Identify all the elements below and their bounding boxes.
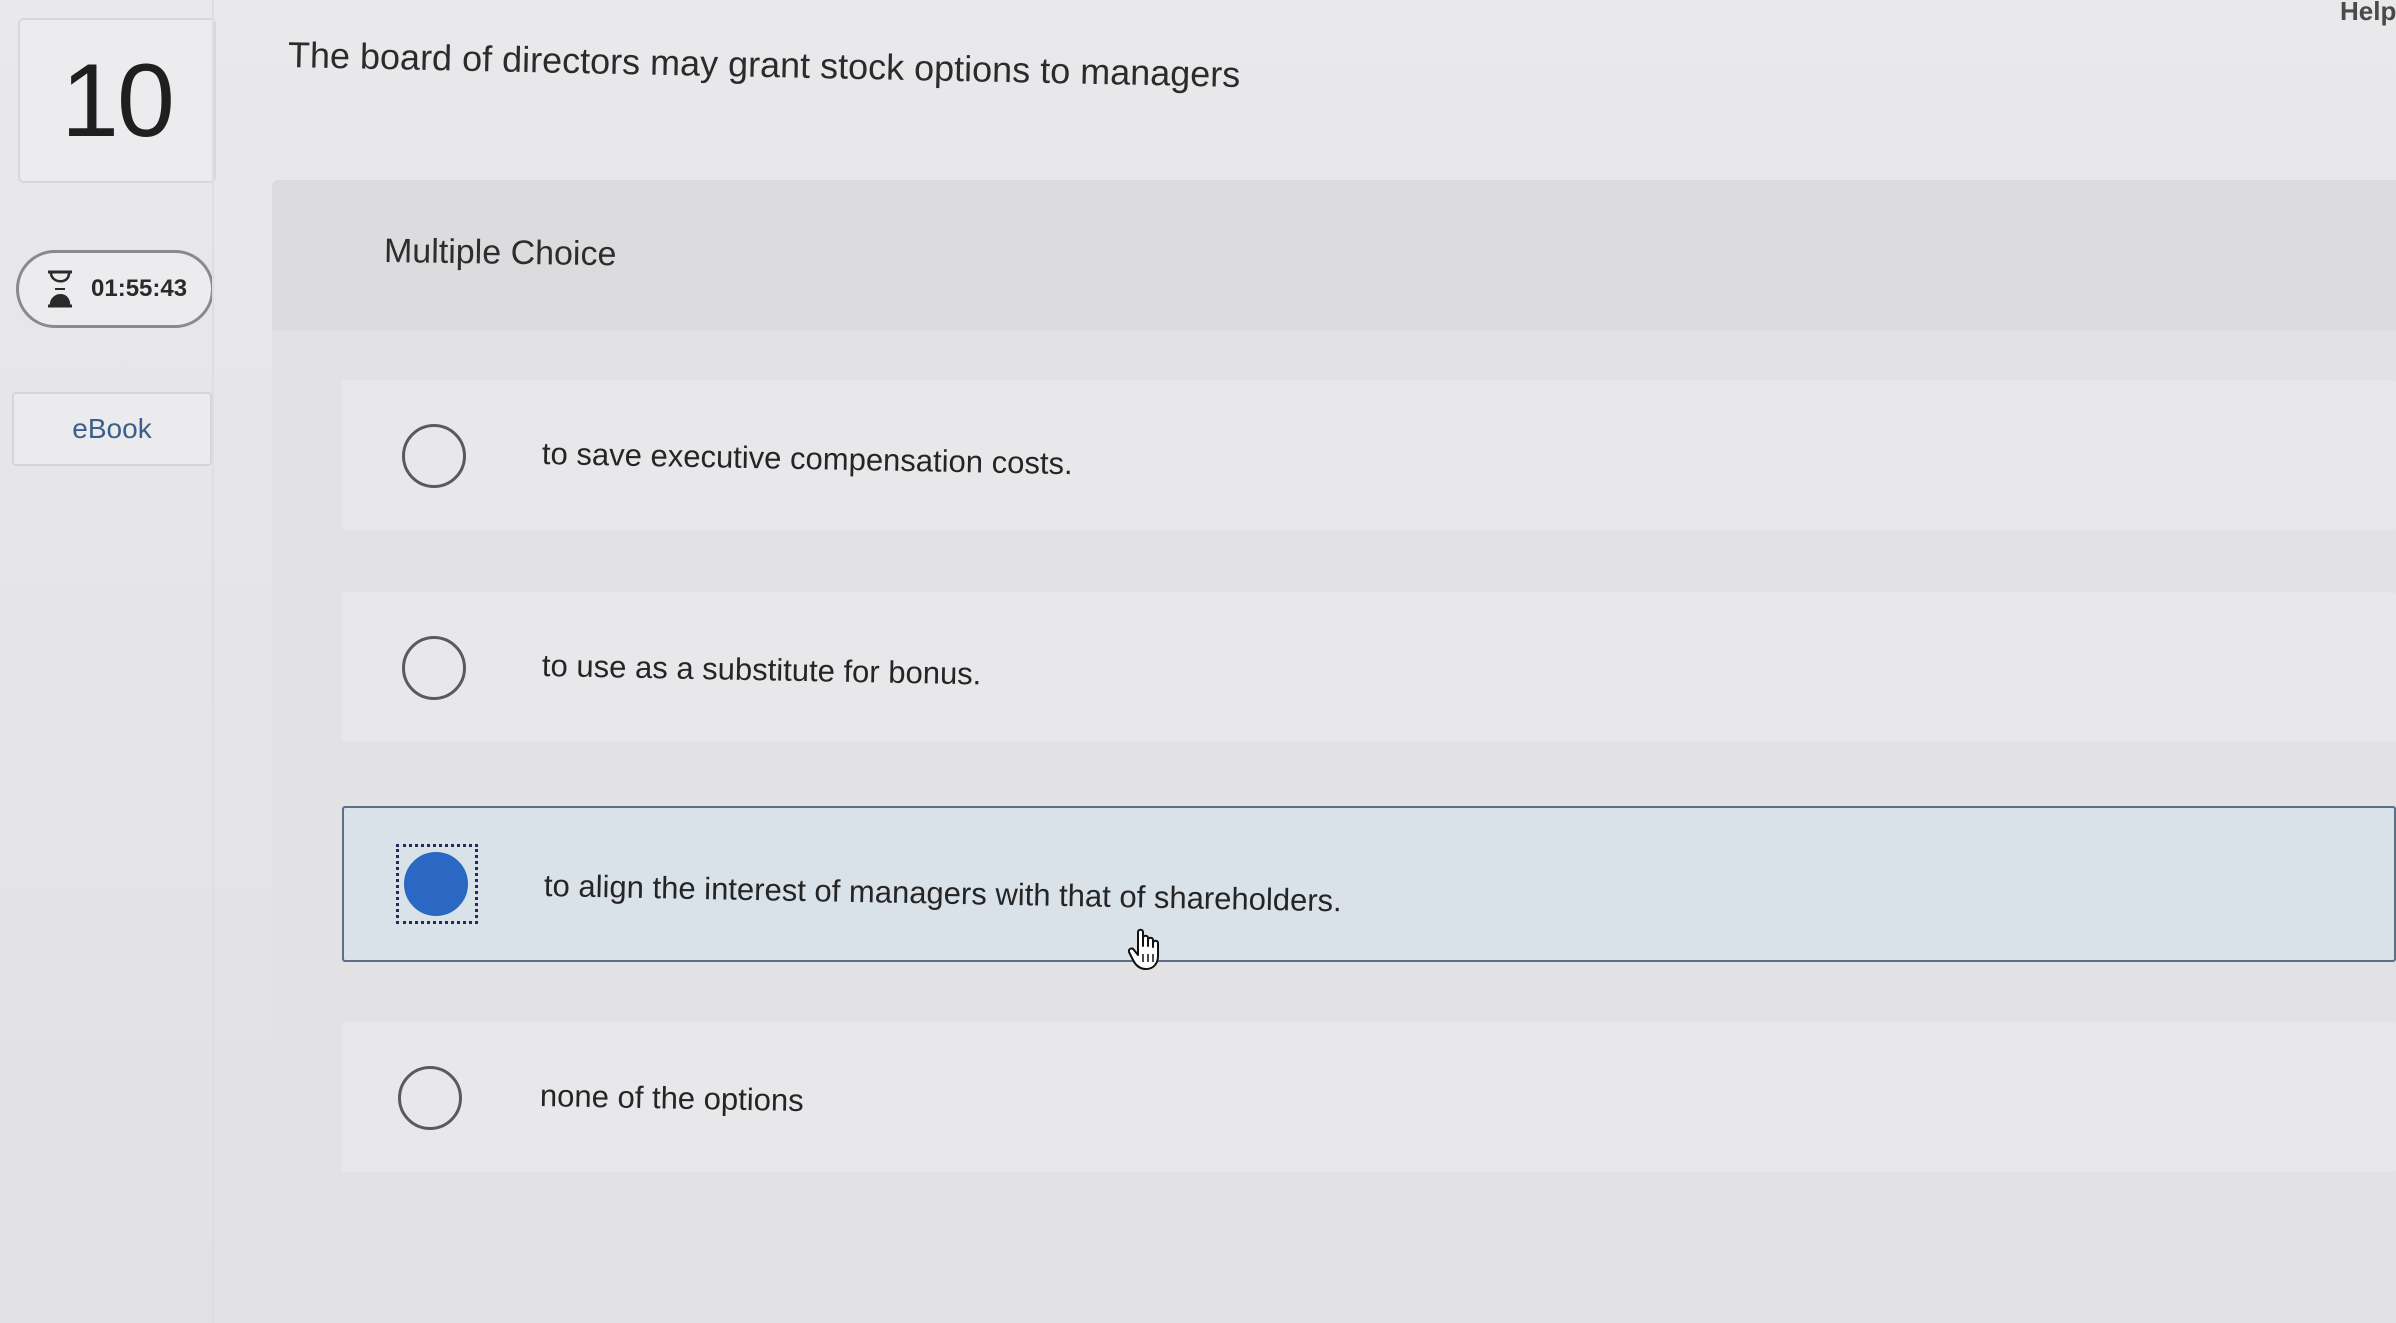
answer-option-label: to save executive compensation costs.	[541, 436, 1073, 482]
sidebar-divider	[212, 0, 214, 1323]
radio-button-selected[interactable]	[404, 852, 468, 916]
help-link[interactable]: Help	[2340, 0, 2396, 27]
answer-option-label: to use as a substitute for bonus.	[541, 648, 982, 692]
ebook-button[interactable]: eBook	[12, 392, 212, 466]
hourglass-icon	[48, 270, 72, 308]
answer-option-label: to align the interest of managers with t…	[543, 868, 1343, 919]
question-number-box: 10	[18, 18, 216, 183]
answer-option-2[interactable]: to use as a substitute for bonus.	[342, 592, 2396, 742]
radio-button[interactable]	[402, 636, 466, 700]
answer-option-label: none of the options	[539, 1078, 805, 1119]
question-page: 10 Help The board of directors may grant…	[0, 0, 2396, 1323]
radio-button[interactable]	[398, 1066, 462, 1130]
hand-pointer-icon	[1128, 928, 1159, 970]
radio-button[interactable]	[402, 424, 466, 488]
question-number: 10	[61, 42, 175, 159]
question-type-label: Multiple Choice	[383, 232, 617, 274]
panel-header: Multiple Choice	[272, 180, 2396, 330]
answer-option-1[interactable]: to save executive compensation costs.	[342, 380, 2396, 530]
timer[interactable]: 01:55:43	[16, 250, 214, 328]
timer-value: 01:55:43	[91, 275, 188, 302]
answer-option-4[interactable]: none of the options	[342, 1022, 2396, 1172]
question-prompt: The board of directors may grant stock o…	[287, 34, 1241, 95]
answer-option-3[interactable]: to align the interest of managers with t…	[342, 806, 2396, 962]
